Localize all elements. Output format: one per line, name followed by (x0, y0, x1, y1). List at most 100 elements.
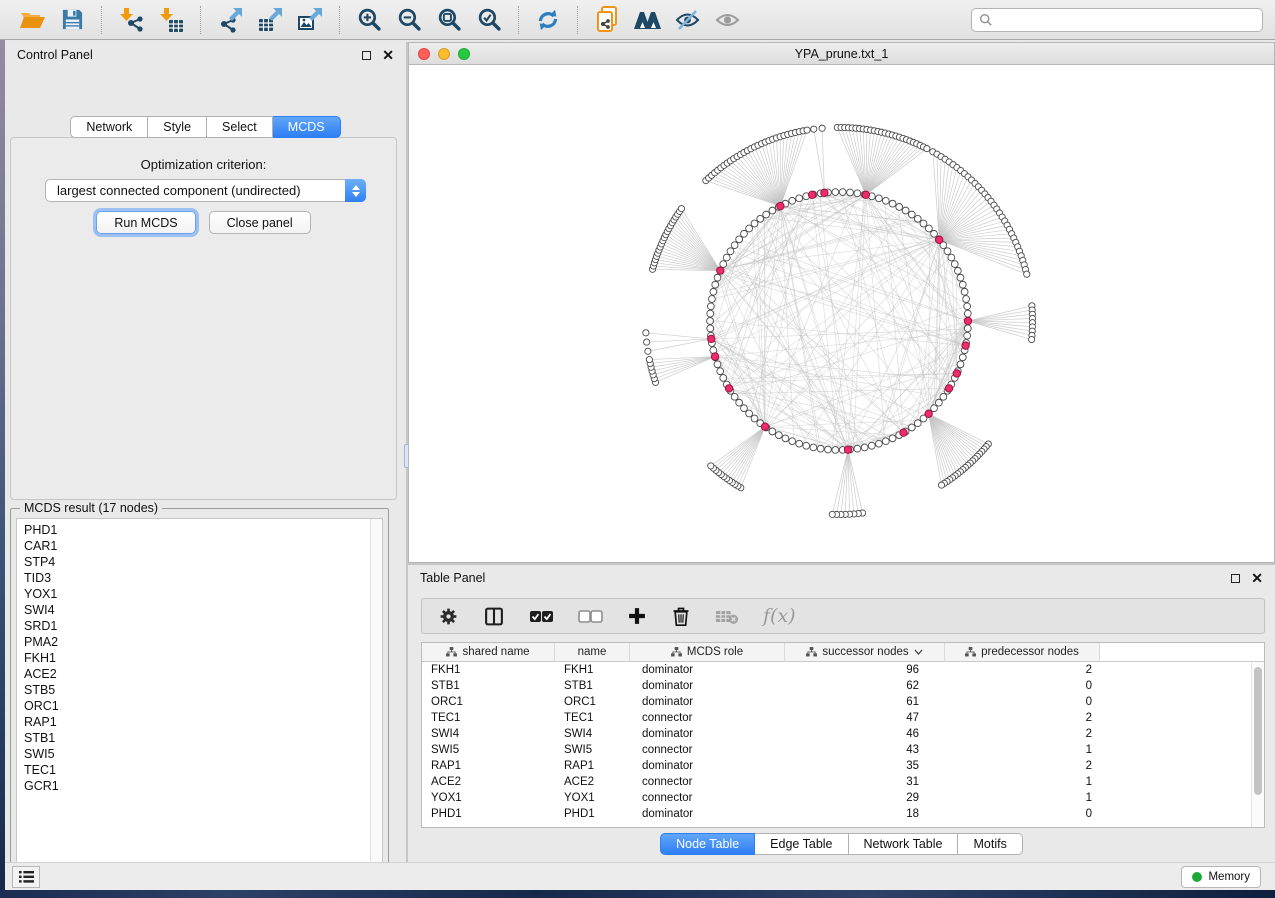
graph-node[interactable] (832, 447, 839, 454)
open-session-button[interactable] (12, 4, 52, 36)
graph-edge[interactable] (866, 149, 927, 195)
graph-node[interactable] (908, 424, 915, 431)
close-panel-icon[interactable]: ✕ (382, 51, 394, 60)
graph-node[interactable] (935, 399, 942, 406)
zoom-fit-button[interactable] (429, 4, 469, 36)
export-image-button[interactable] (290, 4, 330, 36)
result-node-item[interactable]: STP4 (24, 554, 59, 570)
column-header-name[interactable]: name (555, 643, 630, 662)
mcds-graph-node[interactable] (964, 317, 971, 324)
close-panel-icon[interactable]: ✕ (1251, 574, 1263, 583)
result-node-item[interactable]: YOX1 (24, 586, 59, 602)
graph-node[interactable] (775, 432, 782, 439)
graph-node[interactable] (678, 206, 684, 212)
mcds-graph-node[interactable] (708, 335, 715, 342)
result-node-item[interactable]: STB1 (24, 730, 59, 746)
export-network-button[interactable] (210, 4, 250, 36)
import-network-button[interactable] (111, 4, 151, 36)
graph-node[interactable] (861, 444, 868, 451)
network-window-titlebar[interactable]: YPA_prune.txt_1 (409, 43, 1274, 65)
graph-node[interactable] (825, 446, 832, 453)
graph-node[interactable] (796, 195, 803, 202)
graph-node[interactable] (789, 197, 796, 204)
search-neighbors-button[interactable] (627, 4, 667, 36)
graph-node[interactable] (751, 415, 758, 422)
graph-node[interactable] (763, 211, 770, 218)
mcds-graph-node[interactable] (821, 189, 828, 196)
graph-node[interactable] (746, 410, 753, 417)
graph-edge[interactable] (711, 339, 927, 415)
result-node-item[interactable]: RAP1 (24, 714, 59, 730)
float-panel-icon[interactable] (362, 51, 371, 60)
table-row[interactable]: RAP1RAP1dominator352 (422, 758, 1264, 774)
function-builder-button[interactable]: f(x) (763, 605, 796, 627)
tab-network-table[interactable]: Network Table (849, 833, 959, 855)
graph-node[interactable] (951, 261, 958, 268)
graph-node[interactable] (896, 204, 903, 211)
graph-node[interactable] (882, 197, 889, 204)
graph-node[interactable] (889, 200, 896, 207)
graph-edge[interactable] (767, 240, 939, 428)
graph-node[interactable] (924, 145, 930, 151)
graph-edge[interactable] (663, 241, 720, 271)
table-scrollbar-thumb[interactable] (1254, 667, 1262, 795)
table-row[interactable]: YOX1YOX1connector291 (422, 790, 1264, 806)
graph-node[interactable] (707, 325, 714, 332)
table-row[interactable]: ACE2ACE2connector311 (422, 774, 1264, 790)
graph-node[interactable] (964, 332, 971, 339)
delete-table-button[interactable] (715, 608, 739, 625)
graph-node[interactable] (954, 267, 961, 274)
import-table-button[interactable] (151, 4, 191, 36)
graph-node[interactable] (727, 248, 734, 255)
graph-node[interactable] (948, 254, 955, 261)
run-mcds-button[interactable]: Run MCDS (96, 211, 195, 234)
graph-edge[interactable] (841, 128, 866, 195)
graph-edge[interactable] (721, 427, 765, 475)
graph-edge[interactable] (848, 450, 863, 513)
graph-node[interactable] (964, 310, 971, 317)
export-table-button[interactable] (250, 4, 290, 36)
result-node-item[interactable]: SRD1 (24, 618, 59, 634)
graph-node[interactable] (796, 440, 803, 447)
table-row[interactable]: FKH1FKH1dominator962 (422, 662, 1264, 678)
graph-node[interactable] (707, 318, 714, 325)
graph-edge[interactable] (676, 217, 720, 271)
share-network-document-button[interactable] (587, 4, 627, 36)
table-settings-button[interactable] (438, 606, 459, 627)
graph-node[interactable] (902, 207, 909, 214)
mcds-graph-node[interactable] (711, 353, 718, 360)
tab-mcds[interactable]: MCDS (273, 116, 341, 138)
graph-node[interactable] (757, 215, 764, 222)
graph-node[interactable] (959, 354, 966, 361)
graph-node[interactable] (1029, 336, 1035, 342)
graph-node[interactable] (643, 330, 649, 336)
result-node-item[interactable]: PHD1 (24, 522, 59, 538)
tab-node-table[interactable]: Node Table (660, 833, 755, 855)
graph-edge[interactable] (730, 161, 780, 206)
result-node-item[interactable]: ACE2 (24, 666, 59, 682)
graph-node[interactable] (920, 220, 927, 227)
table-row[interactable]: SWI4SWI4dominator462 (422, 726, 1264, 742)
table-row[interactable]: SWI5SWI5connector431 (422, 742, 1264, 758)
show-log-button[interactable] (12, 866, 40, 888)
optimization-criterion-select[interactable]: largest connected component (undirected) (45, 179, 366, 202)
graph-node[interactable] (707, 303, 714, 310)
mcds-graph-node[interactable] (761, 423, 768, 430)
graph-node[interactable] (769, 428, 776, 435)
column-header-shared-name[interactable]: shared name (422, 643, 555, 662)
graph-node[interactable] (908, 211, 915, 218)
global-search-box[interactable] (971, 8, 1263, 32)
graph-edge[interactable] (866, 136, 896, 195)
graph-node[interactable] (914, 215, 921, 222)
hide-selected-button[interactable] (667, 4, 707, 36)
graph-node[interactable] (741, 405, 748, 412)
graph-node[interactable] (741, 230, 748, 237)
graph-node[interactable] (868, 442, 875, 449)
window-close-light[interactable] (418, 48, 430, 60)
zoom-out-button[interactable] (389, 4, 429, 36)
graph-node[interactable] (804, 127, 810, 133)
mcds-graph-node[interactable] (862, 191, 869, 198)
network-canvas[interactable] (409, 65, 1274, 562)
mcds-graph-node[interactable] (962, 342, 969, 349)
graph-node[interactable] (714, 361, 721, 368)
